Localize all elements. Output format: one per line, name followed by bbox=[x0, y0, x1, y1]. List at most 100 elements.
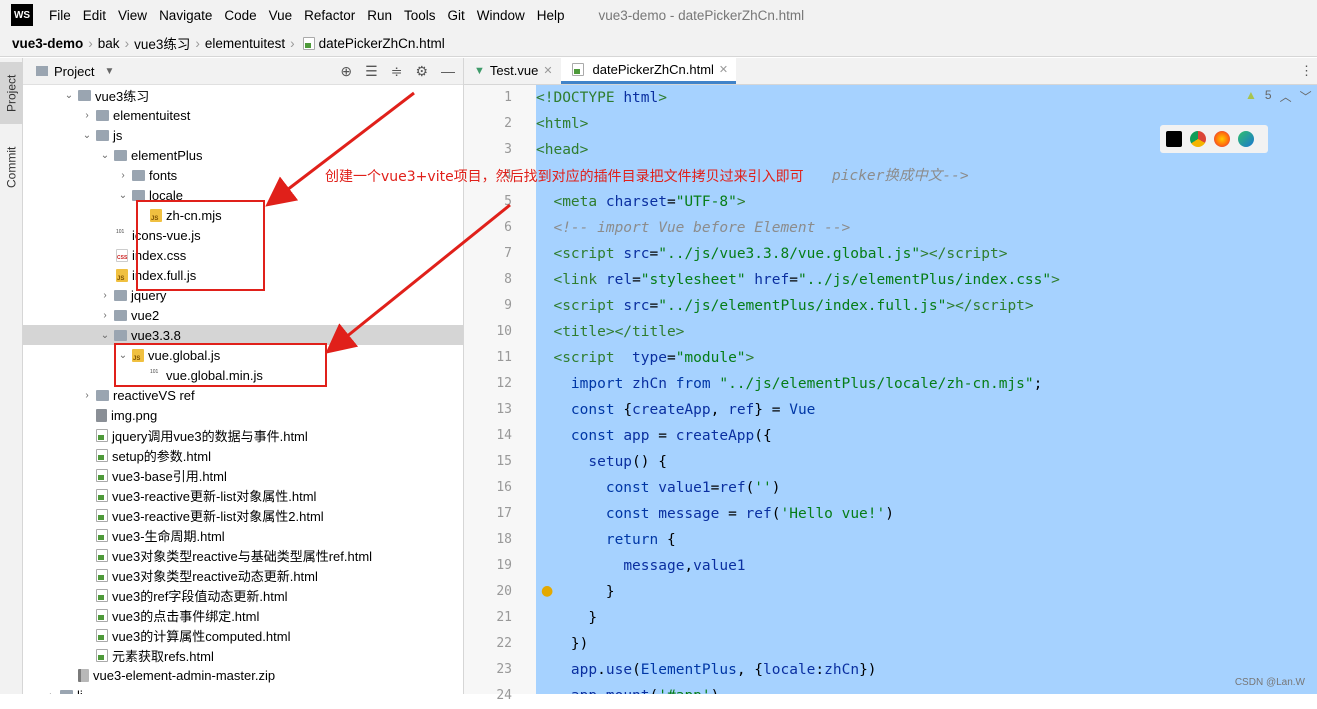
main-menu: FileEditViewNavigateCodeVueRefactorRunTo… bbox=[43, 8, 571, 23]
close-icon[interactable]: ✕ bbox=[543, 64, 552, 77]
tree-item[interactable]: vue3-生命周期.html bbox=[23, 525, 463, 545]
tool-window-strip: Project Commit bbox=[0, 58, 23, 694]
chevron-right-icon[interactable]: › bbox=[99, 290, 111, 301]
menu-item-view[interactable]: View bbox=[112, 8, 153, 23]
tree-item[interactable]: img.png bbox=[23, 405, 463, 425]
chevron-down-icon[interactable]: ﹀ bbox=[1300, 88, 1312, 105]
chevron-up-icon[interactable]: ︿ bbox=[1280, 88, 1292, 105]
more-tabs-icon[interactable]: ⋮ bbox=[1300, 63, 1313, 79]
breadcrumb-item[interactable]: vue3-demo bbox=[12, 36, 83, 51]
menu-item-vue[interactable]: Vue bbox=[263, 8, 299, 23]
tree-item[interactable]: ›reactiveVS ref bbox=[23, 385, 463, 405]
tree-item[interactable]: vue3的点击事件绑定.html bbox=[23, 605, 463, 625]
tab-datepicker-html[interactable]: datePickerZhCn.html ✕ bbox=[561, 57, 737, 84]
minimize-icon[interactable]: — bbox=[441, 63, 455, 80]
menu-item-window[interactable]: Window bbox=[471, 8, 531, 23]
tree-item-label: li bbox=[77, 688, 83, 695]
html-file-icon bbox=[96, 609, 108, 622]
chevron-down-icon[interactable]: ▼ bbox=[104, 66, 114, 77]
tree-item[interactable]: vue3-reactive更新-list对象属性.html bbox=[23, 485, 463, 505]
tab-test-vue[interactable]: ▼ Test.vue ✕ bbox=[464, 57, 561, 84]
watermark: CSDN @Lan.W bbox=[1235, 677, 1305, 688]
html-file-icon bbox=[96, 429, 108, 442]
menu-item-tools[interactable]: Tools bbox=[398, 8, 442, 23]
tree-item-label: js bbox=[113, 128, 122, 143]
line-number: 12 bbox=[464, 371, 512, 397]
menu-item-navigate[interactable]: Navigate bbox=[153, 8, 218, 23]
menu-item-refactor[interactable]: Refactor bbox=[298, 8, 361, 23]
tree-item[interactable]: vue3对象类型reactive动态更新.html bbox=[23, 565, 463, 585]
chevron-right-icon: › bbox=[88, 36, 93, 51]
tree-item[interactable]: vue3-base引用.html bbox=[23, 465, 463, 485]
breadcrumb-item[interactable]: datePickerZhCn.html bbox=[319, 36, 445, 51]
menu-item-help[interactable]: Help bbox=[531, 8, 571, 23]
intention-bulb-icon[interactable]: ● bbox=[541, 583, 553, 599]
project-tool-tab[interactable]: Project bbox=[0, 62, 23, 124]
locate-icon[interactable]: ⊕ bbox=[340, 63, 352, 80]
html-file-icon bbox=[96, 489, 108, 502]
inspection-widget[interactable]: ▲ 5 ︿ ﹀ bbox=[1245, 88, 1312, 105]
expand-all-icon[interactable]: ☰ bbox=[365, 63, 378, 80]
html-file-icon bbox=[96, 629, 108, 642]
folder-icon bbox=[78, 90, 91, 101]
tree-item[interactable]: 元素获取refs.html bbox=[23, 645, 463, 665]
tree-item-label: vue3对象类型reactive与基础类型属性ref.html bbox=[112, 546, 372, 565]
menu-item-edit[interactable]: Edit bbox=[77, 8, 112, 23]
css-file-icon bbox=[116, 249, 128, 262]
chevron-down-icon[interactable]: ⌄ bbox=[63, 90, 75, 101]
tree-item[interactable]: jquery调用vue3的数据与事件.html bbox=[23, 425, 463, 445]
tree-item[interactable]: vue3的ref字段值动态更新.html bbox=[23, 585, 463, 605]
breadcrumb-item[interactable]: elementuitest bbox=[205, 36, 285, 51]
firefox-icon[interactable] bbox=[1214, 131, 1230, 147]
webstorm-logo-icon: WS bbox=[11, 4, 33, 26]
breadcrumb-item[interactable]: bak bbox=[98, 36, 120, 51]
close-icon[interactable]: ✕ bbox=[719, 63, 728, 76]
chevron-down-icon[interactable]: ⌄ bbox=[117, 190, 129, 201]
tree-item-label: vue3的ref字段值动态更新.html bbox=[112, 586, 288, 605]
webstorm-browser-icon[interactable] bbox=[1166, 131, 1182, 147]
tree-item[interactable]: ⌄vue3练习 bbox=[23, 85, 463, 105]
chevron-down-icon[interactable]: ⌄ bbox=[81, 130, 93, 141]
tree-item[interactable]: › li bbox=[23, 685, 463, 694]
gear-icon[interactable]: ⚙ bbox=[415, 63, 428, 80]
line-number: 19 bbox=[464, 553, 512, 579]
edge-icon[interactable] bbox=[1238, 131, 1254, 147]
line-number: 16 bbox=[464, 475, 512, 501]
tree-item[interactable]: vue3-element-admin-master.zip bbox=[23, 665, 463, 685]
chevron-right-icon[interactable]: › bbox=[81, 390, 93, 401]
menu-item-code[interactable]: Code bbox=[218, 8, 262, 23]
line-number: 1 bbox=[464, 85, 512, 111]
menu-item-file[interactable]: File bbox=[43, 8, 77, 23]
tree-item[interactable]: vue3对象类型reactive与基础类型属性ref.html bbox=[23, 545, 463, 565]
collapse-all-icon[interactable]: ≑ bbox=[391, 63, 403, 80]
commit-tool-tab[interactable]: Commit bbox=[0, 136, 23, 198]
breadcrumb-item[interactable]: vue3练习 bbox=[134, 33, 190, 53]
tree-item[interactable]: ›elementuitest bbox=[23, 105, 463, 125]
tree-item[interactable]: ⌄elementPlus bbox=[23, 145, 463, 165]
chevron-down-icon[interactable]: ⌄ bbox=[99, 330, 111, 341]
html-file-icon bbox=[96, 569, 108, 582]
tree-item[interactable]: vue3-reactive更新-list对象属性2.html bbox=[23, 505, 463, 525]
project-panel-title[interactable]: Project bbox=[54, 64, 94, 79]
chevron-right-icon[interactable]: › bbox=[117, 170, 129, 181]
menu-item-git[interactable]: Git bbox=[441, 8, 470, 23]
line-number: 21 bbox=[464, 605, 512, 631]
tree-item[interactable]: ›vue2 bbox=[23, 305, 463, 325]
chevron-right-icon[interactable]: › bbox=[81, 110, 93, 121]
tree-item[interactable]: ⌄ js bbox=[23, 125, 463, 145]
tree-item-label: vue3的点击事件绑定.html bbox=[112, 606, 259, 625]
folder-icon bbox=[114, 290, 127, 301]
tree-item-label: fonts bbox=[149, 168, 177, 183]
chevron-right-icon[interactable]: › bbox=[45, 690, 57, 695]
tree-item[interactable]: setup的参数.html bbox=[23, 445, 463, 465]
tree-item[interactable]: vue3的计算属性computed.html bbox=[23, 625, 463, 645]
menu-item-run[interactable]: Run bbox=[361, 8, 398, 23]
line-number: 7 bbox=[464, 241, 512, 267]
chevron-down-icon[interactable]: ⌄ bbox=[99, 150, 111, 161]
line-number: 22 bbox=[464, 631, 512, 657]
chrome-icon[interactable] bbox=[1190, 131, 1206, 147]
tree-item-label: vue3.3.8 bbox=[131, 328, 181, 343]
tree-item[interactable]: ⌄ vue3.3.8 bbox=[23, 325, 463, 345]
chevron-right-icon[interactable]: › bbox=[99, 310, 111, 321]
line-number: 6 bbox=[464, 215, 512, 241]
